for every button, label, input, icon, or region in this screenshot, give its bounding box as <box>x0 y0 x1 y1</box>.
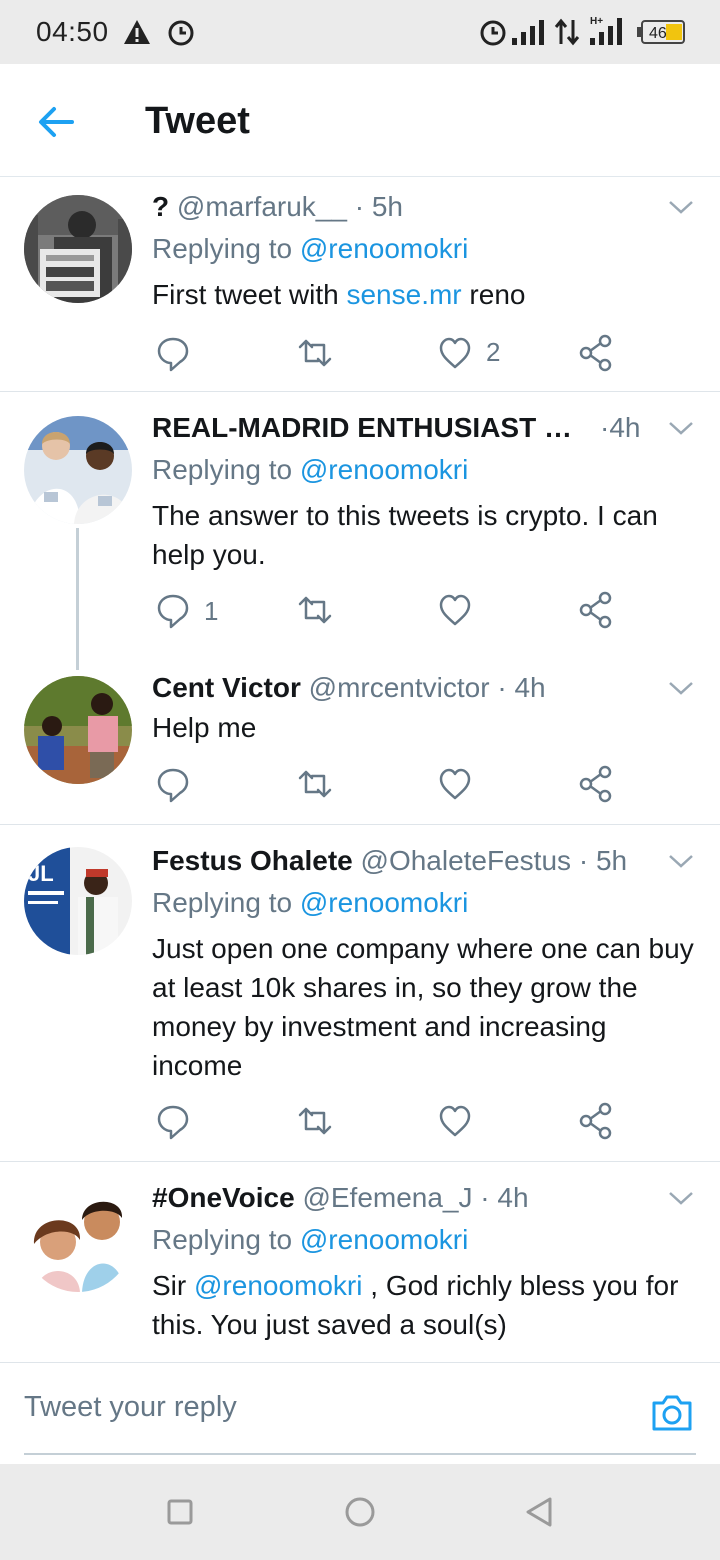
alarm-icon <box>480 20 506 46</box>
heart-icon[interactable] <box>438 333 472 373</box>
time-separator: · <box>480 1182 490 1213</box>
reply-count: 1 <box>204 596 219 626</box>
tweet-item[interactable]: ? @marfaruk__ · 5h Replying to @renoomok… <box>0 177 720 391</box>
avatar[interactable]: JL <box>24 847 132 955</box>
display-name[interactable]: Cent Victor <box>152 672 301 703</box>
tweet-item[interactable]: #OneVoice @Efemena_J · 4h Replying to @r… <box>0 1162 720 1362</box>
tweet-item[interactable]: JL Festus Ohalete @OhaleteFestus · 5h Re… <box>0 825 720 1161</box>
chevron-down-icon[interactable] <box>668 1190 694 1206</box>
page-title: Tweet <box>145 100 250 142</box>
circle-icon[interactable] <box>344 1496 376 1528</box>
chevron-down-icon[interactable] <box>668 420 694 436</box>
camera-icon[interactable] <box>650 1393 694 1433</box>
retweet-icon[interactable] <box>296 590 334 630</box>
display-name[interactable]: Festus Ohalete <box>152 845 353 876</box>
status-bar: 04:50 H+ 46 <box>0 0 720 64</box>
retweet-icon[interactable] <box>296 1101 334 1141</box>
tweet-text: Just open one company where one can buy … <box>152 933 694 1081</box>
replying-to: Replying to @renoomokri <box>152 1224 469 1255</box>
avatar[interactable] <box>24 195 132 303</box>
system-nav-bar <box>0 1464 720 1560</box>
time-separator: · <box>354 191 365 222</box>
reply-icon[interactable] <box>156 764 190 804</box>
arrow-left-icon[interactable] <box>34 100 78 144</box>
tweet-time: 4h <box>514 672 546 703</box>
display-name[interactable]: #OneVoice <box>152 1182 295 1213</box>
svg-text:H+: H+ <box>590 16 603 27</box>
tweet-item[interactable]: REAL-MADRID ENTHUSIAST … ·4h Replying to… <box>0 392 720 654</box>
share-icon[interactable] <box>578 590 614 630</box>
data-transfer-icon <box>554 18 580 46</box>
chevron-down-icon[interactable] <box>668 680 694 696</box>
alarm-icon <box>168 20 194 46</box>
triangle-back-icon[interactable] <box>524 1496 554 1528</box>
square-icon[interactable] <box>166 1498 194 1526</box>
top-app-bar: Tweet <box>0 64 720 177</box>
avatar[interactable] <box>24 676 132 784</box>
tweet-time: 4h <box>497 1182 529 1213</box>
display-name[interactable]: REAL-MADRID ENTHUSIAST … <box>152 412 572 443</box>
user-handle[interactable]: @mrcentvictor <box>309 672 490 703</box>
mention-link[interactable]: @renoomokri <box>194 1270 362 1301</box>
user-handle[interactable]: @marfaruk__ <box>177 191 347 222</box>
share-icon[interactable] <box>578 1101 614 1141</box>
display-name[interactable]: ? <box>152 191 169 222</box>
signal-h-plus-icon: H+ <box>590 16 622 45</box>
user-handle[interactable]: @OhaleteFestus <box>361 845 572 876</box>
replying-to-link[interactable]: @renoomokri <box>300 454 468 485</box>
battery-level: 46 <box>649 25 667 42</box>
avatar[interactable] <box>24 1184 132 1292</box>
tweet-text: Help me <box>152 712 257 743</box>
battery-icon: 46 <box>637 20 685 44</box>
replying-to-link[interactable]: @renoomokri <box>300 1224 468 1255</box>
reply-composer: Tweet your reply <box>0 1362 720 1463</box>
reply-icon[interactable] <box>156 333 190 373</box>
replying-to: Replying to @renoomokri <box>152 454 469 485</box>
reply-icon[interactable] <box>156 1101 190 1141</box>
tweet-item[interactable]: Cent Victor @mrcentvictor · 4h Help me <box>0 654 720 824</box>
tweet-text: First tweet with sense.mr reno <box>152 279 526 310</box>
share-icon[interactable] <box>578 333 614 373</box>
tweet-time: 5h <box>595 845 628 876</box>
time-separator: · <box>497 672 507 703</box>
user-handle[interactable]: @Efemena_J <box>302 1182 472 1213</box>
chevron-down-icon[interactable] <box>668 199 694 215</box>
tweet-text: Sir @renoomokri , God richly bless you f… <box>152 1270 679 1340</box>
warning-icon <box>124 20 150 44</box>
replying-to-link[interactable]: @renoomokri <box>300 887 468 918</box>
svg-text:JL: JL <box>28 861 54 886</box>
share-icon[interactable] <box>578 764 614 804</box>
replying-to-link[interactable]: @renoomokri <box>300 233 468 264</box>
heart-icon[interactable] <box>438 764 472 804</box>
reply-icon[interactable] <box>156 590 190 630</box>
time-separator: · <box>578 845 589 876</box>
signal-icon <box>512 20 544 45</box>
tweet-text: The answer to this tweets is crypto. I c… <box>152 500 658 570</box>
status-time: 04:50 <box>36 16 109 47</box>
tweet-time: 5h <box>371 191 403 222</box>
retweet-icon[interactable] <box>296 333 334 373</box>
heart-icon[interactable] <box>438 1101 472 1141</box>
replying-to: Replying to @renoomokri <box>152 233 469 264</box>
reply-input[interactable]: Tweet your reply <box>24 1391 696 1455</box>
chevron-down-icon[interactable] <box>668 853 694 869</box>
heart-icon[interactable] <box>438 590 472 630</box>
tweet-time: 4h <box>609 412 641 443</box>
time-separator: · <box>600 412 610 443</box>
like-count: 2 <box>486 337 501 367</box>
retweet-icon[interactable] <box>296 764 334 804</box>
replying-to: Replying to @renoomokri <box>152 887 469 918</box>
avatar[interactable] <box>24 416 132 524</box>
tweet-link[interactable]: sense.mr <box>346 279 461 310</box>
